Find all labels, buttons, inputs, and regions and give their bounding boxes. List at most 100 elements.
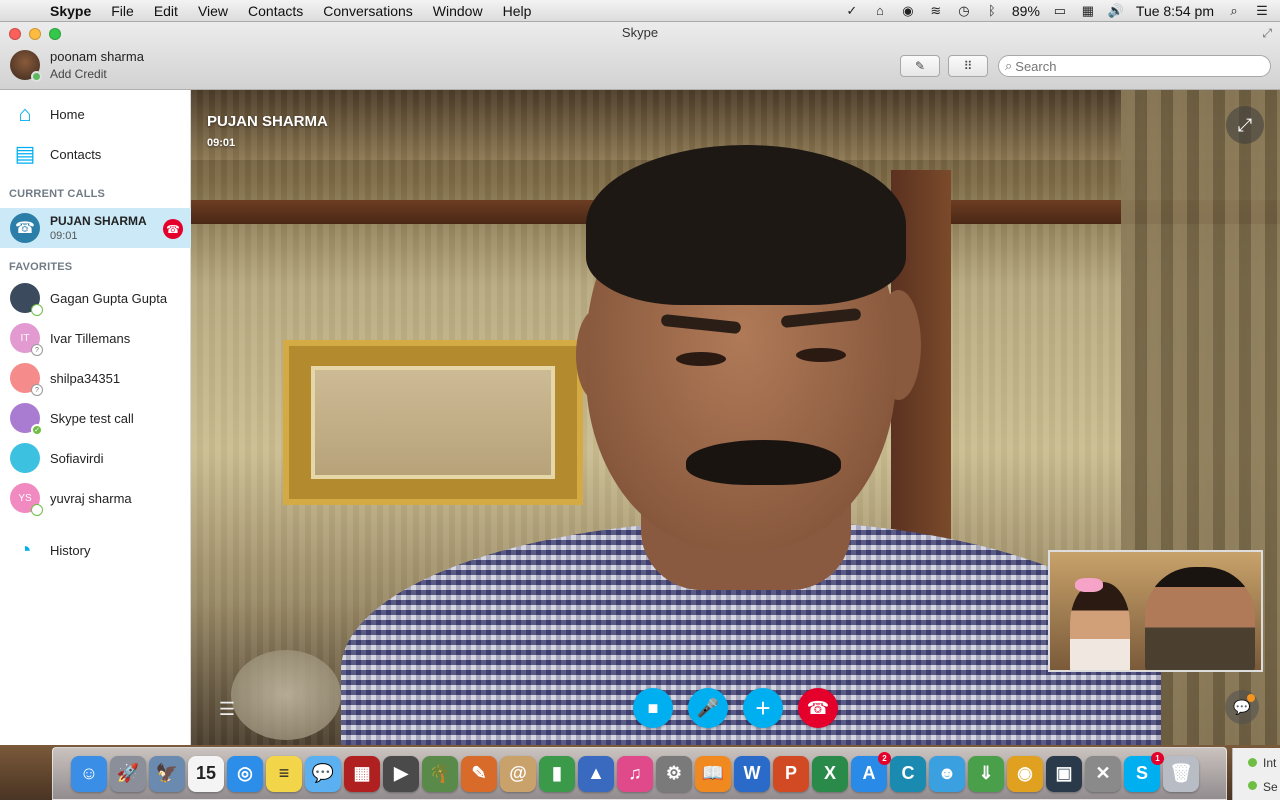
menu-view[interactable]: View <box>188 3 238 19</box>
contacts-icon[interactable]: @ <box>500 755 536 792</box>
calendar-glyph: 15 <box>195 763 217 783</box>
menu-conversations[interactable]: Conversations <box>313 3 423 19</box>
contacts-book-icon: ▤ <box>14 141 36 166</box>
keynote-icon[interactable]: ▲ <box>578 755 614 792</box>
self-view-video[interactable] <box>1048 550 1263 672</box>
call-menu-button[interactable]: ☰ <box>213 695 241 723</box>
fullscreen-toggle-icon[interactable]: ⤢ <box>1262 26 1272 41</box>
ccleaner-glyph: C <box>901 763 915 783</box>
menu-contacts[interactable]: Contacts <box>238 3 313 19</box>
open-chat-button[interactable]: 💬 <box>1225 690 1259 724</box>
calendar-status-icon[interactable]: ▦ <box>1080 3 1096 19</box>
profile-avatar[interactable] <box>10 50 42 82</box>
app-store-icon[interactable]: A2 <box>851 751 891 792</box>
messages-icon[interactable]: 💬 <box>305 755 341 792</box>
favorite-contact[interactable]: IT? Ivar Tillemans <box>0 318 191 358</box>
contact-name: shilpa34351 <box>50 370 121 386</box>
toggle-mic-button[interactable]: 🎤 <box>688 688 728 728</box>
utilities-icon[interactable]: ✕ <box>1085 755 1121 792</box>
checkmark-status-icon[interactable]: ✓ <box>844 3 860 19</box>
preview-icon[interactable]: 🦅 <box>149 755 185 792</box>
stickies-icon[interactable]: ≡ <box>266 755 302 792</box>
add-participant-button[interactable]: + <box>743 688 783 728</box>
people-app-icon[interactable]: ☻ <box>929 755 965 792</box>
monitor-app-icon[interactable]: ▣ <box>1046 755 1082 792</box>
numbers-icon[interactable]: ▮ <box>539 755 575 792</box>
ibooks-icon[interactable]: 📖 <box>695 755 731 792</box>
profile[interactable]: poonam sharma Add Credit <box>10 49 144 82</box>
calendar-icon[interactable]: 15 <box>188 755 224 792</box>
side-panel-line: Se <box>1263 780 1278 794</box>
new-conversation-button[interactable]: ✎ <box>900 55 940 77</box>
favorite-contact[interactable]: Sofiavirdi <box>0 438 191 478</box>
presence-offline-icon <box>31 304 43 316</box>
hang-up-small-button[interactable]: ☎ <box>163 219 183 239</box>
expand-arrows-icon: ⤢ <box>1237 114 1253 135</box>
photo-booth-icon[interactable]: ▦ <box>344 755 380 792</box>
word-icon[interactable]: W <box>734 755 770 792</box>
history-clock-icon: ◔ <box>18 537 32 562</box>
contact-avatar: ? <box>10 363 43 396</box>
favorite-contact[interactable]: YS yuvraj sharma <box>0 478 191 518</box>
notification-center-icon[interactable]: ☰ <box>1254 3 1270 19</box>
downloader-icon[interactable]: ⇓ <box>968 755 1004 792</box>
menu-app-skype[interactable]: Skype <box>40 3 101 19</box>
toggle-video-button[interactable]: ■ <box>633 688 673 728</box>
menu-window[interactable]: Window <box>423 3 493 19</box>
excel-icon[interactable]: X <box>812 755 848 792</box>
safari-icon[interactable]: ◎ <box>227 755 263 792</box>
search-input[interactable] <box>1015 58 1256 74</box>
chrome-icon[interactable]: ◉ <box>1007 755 1043 792</box>
monitor-app-glyph: ▣ <box>1055 763 1073 783</box>
sidebar-item-history[interactable]: ◔ History <box>0 530 191 570</box>
current-call-name: PUJAN SHARMA <box>50 214 147 228</box>
favorite-contact[interactable]: Gagan Gupta Gupta <box>0 278 191 318</box>
menu-file[interactable]: File <box>101 3 144 19</box>
system-preferences-icon[interactable]: ⚙ <box>656 755 692 792</box>
menu-help[interactable]: Help <box>493 3 542 19</box>
iphoto-icon[interactable]: 🌴 <box>422 755 458 792</box>
finder-glyph: ☺ <box>79 763 99 783</box>
battery-icon[interactable]: ▭ <box>1052 3 1068 19</box>
skype-icon[interactable]: S1 <box>1124 751 1164 792</box>
profile-name[interactable]: poonam sharma <box>50 49 144 64</box>
contact-avatar <box>10 443 40 473</box>
wifi-icon[interactable]: ≋ <box>928 3 944 19</box>
end-call-button[interactable]: ☎ <box>798 688 838 728</box>
spotlight-search-icon[interactable]: ⌕ <box>1226 3 1242 19</box>
pages-icon[interactable]: ✎ <box>461 755 497 792</box>
time-machine-icon[interactable]: ◷ <box>956 3 972 19</box>
photo-booth-glyph: ▦ <box>353 763 371 783</box>
battery-percent[interactable]: 89% <box>1012 3 1040 19</box>
sidebar-item-contacts[interactable]: ▤ Contacts <box>0 134 191 174</box>
launchpad-icon[interactable]: 🚀 <box>110 755 146 792</box>
sidebar-item-label: Contacts <box>50 146 102 162</box>
dialpad-button[interactable]: ⠿ <box>948 55 988 77</box>
ccleaner-icon[interactable]: C <box>890 755 926 792</box>
add-credit-link[interactable]: Add Credit <box>50 67 144 81</box>
vpn-status-icon[interactable]: ◉ <box>900 3 916 19</box>
favorite-contact[interactable]: ✓ Skype test call <box>0 398 191 438</box>
pages-glyph: ✎ <box>471 763 487 783</box>
remote-video[interactable]: PUJAN SHARMA 09:01 ⤢ ☰ ■ 🎤 + ☎ 💬 <box>191 90 1280 745</box>
preview-glyph: 🦅 <box>155 763 179 783</box>
powerpoint-icon[interactable]: P <box>773 755 809 792</box>
facetime-icon[interactable]: ▶ <box>383 755 419 792</box>
volume-icon[interactable]: 🔊 <box>1108 3 1124 19</box>
current-call-item[interactable]: ☎ PUJAN SHARMA 09:01 ☎ <box>0 208 191 248</box>
menu-edit[interactable]: Edit <box>144 3 188 19</box>
self-view-figure-girl <box>1070 582 1130 670</box>
expand-video-button[interactable]: ⤢ <box>1226 106 1264 144</box>
call-in-progress-icon: ☎ <box>10 213 40 243</box>
itunes-icon[interactable]: ♫ <box>617 755 653 792</box>
compose-icon: ✎ <box>914 59 926 73</box>
search-box[interactable]: ⌕ <box>998 55 1271 77</box>
favorite-contact[interactable]: ? shilpa34351 <box>0 358 191 398</box>
sidebar-item-home[interactable]: ⌂ Home <box>0 94 191 134</box>
trash-icon[interactable]: 🗑 <box>1163 755 1199 792</box>
finder-icon[interactable]: ☺ <box>71 755 107 792</box>
lock-status-icon[interactable]: ⌂ <box>872 3 888 19</box>
excel-glyph: X <box>823 763 836 783</box>
bluetooth-icon[interactable]: ᛒ <box>984 3 1000 19</box>
clock[interactable]: Tue 8:54 pm <box>1136 3 1214 19</box>
